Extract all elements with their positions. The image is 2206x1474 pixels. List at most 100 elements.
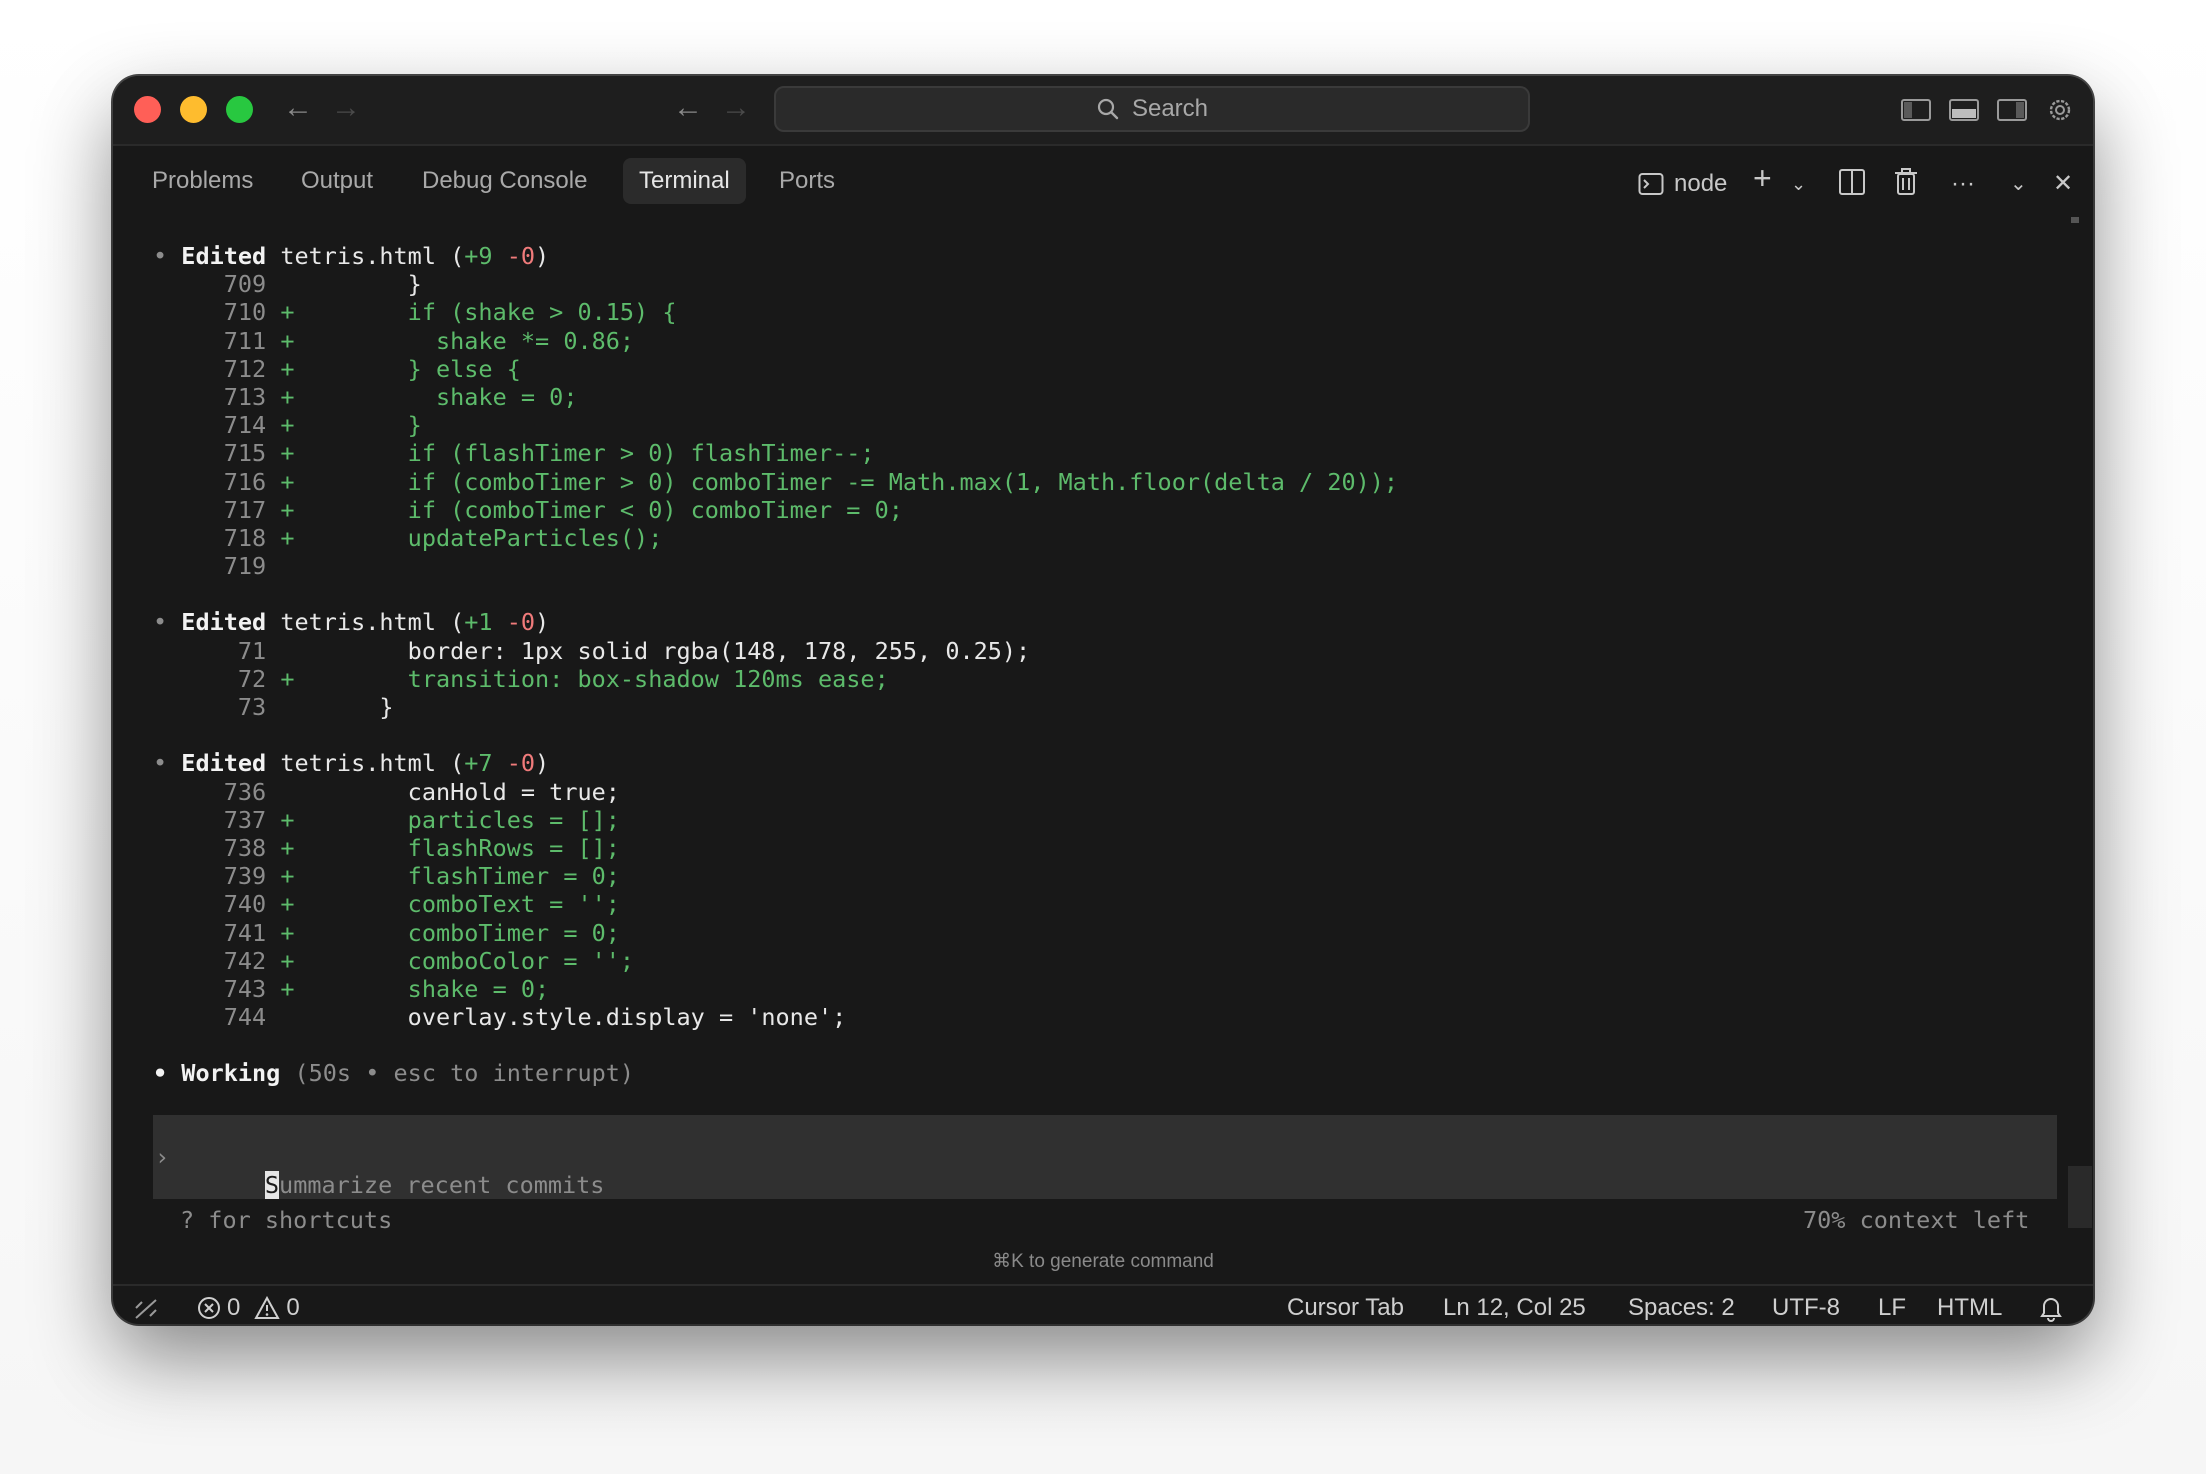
diff-mark (280, 637, 294, 665)
diff-mark: + (280, 382, 295, 411)
code-text: } else { (294, 354, 521, 383)
tab-output[interactable]: Output (285, 158, 389, 204)
terminal-instance-selector[interactable]: node (1638, 170, 1727, 198)
line-number: 72 (153, 664, 281, 693)
close-icon[interactable]: ✕ (2053, 170, 2073, 198)
code-text: overlay.style.display = 'none'; (294, 1003, 847, 1032)
diff-line: 710 + if (shake > 0.15) { (153, 298, 2053, 326)
diff-mark: + (280, 946, 295, 975)
diff-mark: + (280, 411, 295, 440)
diff-line: 739 + flashTimer = 0; (153, 862, 2053, 890)
search-placeholder: Search (1131, 95, 1209, 122)
generate-command-hint[interactable]: ⌘K to generate command (113, 1250, 2093, 1273)
added-count: +9 (464, 242, 493, 270)
code-text: } (294, 270, 422, 299)
indentation-status[interactable]: Spaces: 2 (1628, 1294, 1735, 1322)
bell-icon[interactable] (2038, 1294, 2064, 1322)
code-text: particles = []; (294, 805, 620, 834)
diff-mark: + (280, 918, 295, 947)
terminal-output[interactable]: • Edited tetris.html (+9 -0) 709 } 710 +… (153, 242, 2053, 1088)
line-number: 739 (153, 862, 281, 891)
tab-debug-console[interactable]: Debug Console (406, 158, 603, 204)
trash-icon[interactable] (1893, 168, 1919, 196)
chevron-down-icon[interactable]: ⌄ (2010, 170, 2027, 198)
tab-problems[interactable]: Problems (136, 158, 269, 204)
diff-mark: + (280, 833, 295, 862)
diff-mark (280, 1003, 294, 1031)
tab-ports[interactable]: Ports (763, 158, 851, 204)
eol-status[interactable]: LF (1878, 1294, 1906, 1322)
code-text: shake = 0; (294, 382, 578, 411)
arrow-right-icon[interactable]: → (331, 88, 361, 128)
line-number: 715 (153, 439, 281, 468)
remote-connection-icon[interactable] (133, 1296, 159, 1322)
line-number: 714 (153, 411, 281, 440)
line-number: 716 (153, 467, 281, 496)
diff-mark: + (280, 890, 295, 919)
chevron-down-icon[interactable]: ⌄ (1791, 170, 1806, 198)
edit-header: • Edited tetris.html (+1 -0) (153, 608, 2053, 636)
code-text: if (comboTimer > 0) comboTimer -= Math.m… (294, 467, 1399, 496)
diff-mark (280, 270, 294, 298)
cursor-tab-status[interactable]: Cursor Tab (1287, 1294, 1404, 1322)
line-number: 737 (153, 805, 281, 834)
diff-line: 719 (153, 552, 2053, 580)
diff-line: 741 + comboTimer = 0; (153, 919, 2053, 947)
file-name: tetris.html ( (266, 242, 465, 270)
command-center-search[interactable]: Search (774, 86, 1530, 132)
edited-label: Edited (181, 242, 267, 270)
language-mode[interactable]: HTML (1937, 1294, 2002, 1322)
line-number: 738 (153, 833, 281, 862)
code-text: flashTimer = 0; (294, 862, 620, 891)
text-cursor: S (264, 1171, 280, 1199)
code-text: if (shake > 0.15) { (294, 298, 677, 327)
diff-mark: + (280, 862, 295, 891)
edited-label: Edited (181, 749, 267, 778)
file-name: tetris.html ( (266, 608, 465, 637)
line-number: 743 (153, 974, 281, 1003)
split-terminal-icon[interactable] (1838, 168, 1866, 196)
prompt-input[interactable]: › Summarize recent commits (153, 1115, 2057, 1199)
diff-mark: + (280, 354, 295, 383)
scrollbar-track[interactable] (2068, 1166, 2092, 1228)
maximize-window-button[interactable] (226, 96, 253, 123)
tab-terminal[interactable]: Terminal (623, 158, 746, 204)
diff-line: 71 border: 1px solid rgba(148, 178, 255,… (153, 637, 2053, 665)
toggle-panel-icon[interactable] (1947, 94, 1981, 126)
arrow-left-icon[interactable]: ← (283, 88, 313, 128)
gear-icon[interactable] (2043, 94, 2077, 126)
more-actions-icon[interactable]: ··· (1951, 170, 1975, 198)
paren: ) (535, 242, 550, 270)
line-number: 713 (153, 382, 281, 411)
line-number: 742 (153, 946, 281, 975)
minimize-window-button[interactable] (180, 96, 207, 123)
plus-icon[interactable]: + (1753, 162, 1772, 194)
diff-mark (280, 693, 294, 721)
prompt-chevron: › (155, 1143, 170, 1171)
toggle-secondary-sidebar-icon[interactable] (1995, 94, 2029, 126)
shortcuts-hint: ? for shortcuts (180, 1206, 393, 1234)
diff-mark: + (280, 523, 295, 552)
diff-line: 718 + updateParticles(); (153, 524, 2053, 552)
diff-mark: + (280, 326, 295, 355)
edited-label: Edited (181, 608, 267, 637)
encoding-status[interactable]: UTF-8 (1772, 1294, 1840, 1322)
diff-line: 714 + } (153, 411, 2053, 439)
code-text: flashRows = []; (294, 833, 620, 862)
toggle-primary-sidebar-icon[interactable] (1899, 94, 1933, 126)
problems-indicator[interactable]: 0 0 (197, 1294, 300, 1322)
added-count: +7 (464, 749, 493, 778)
warning-icon (254, 1296, 281, 1319)
editor-window: ← → ← → Search Problems Output Debug Con… (113, 76, 2093, 1324)
close-window-button[interactable] (134, 96, 161, 123)
diff-mark: + (280, 495, 295, 524)
scrollbar-thumb[interactable] (2071, 217, 2079, 223)
nav-forward-button[interactable]: → (721, 88, 751, 128)
error-count: 0 (227, 1294, 241, 1321)
cursor-position[interactable]: Ln 12, Col 25 (1443, 1294, 1586, 1322)
nav-back-button[interactable]: ← (673, 88, 703, 128)
line-number: 736 (153, 777, 281, 806)
